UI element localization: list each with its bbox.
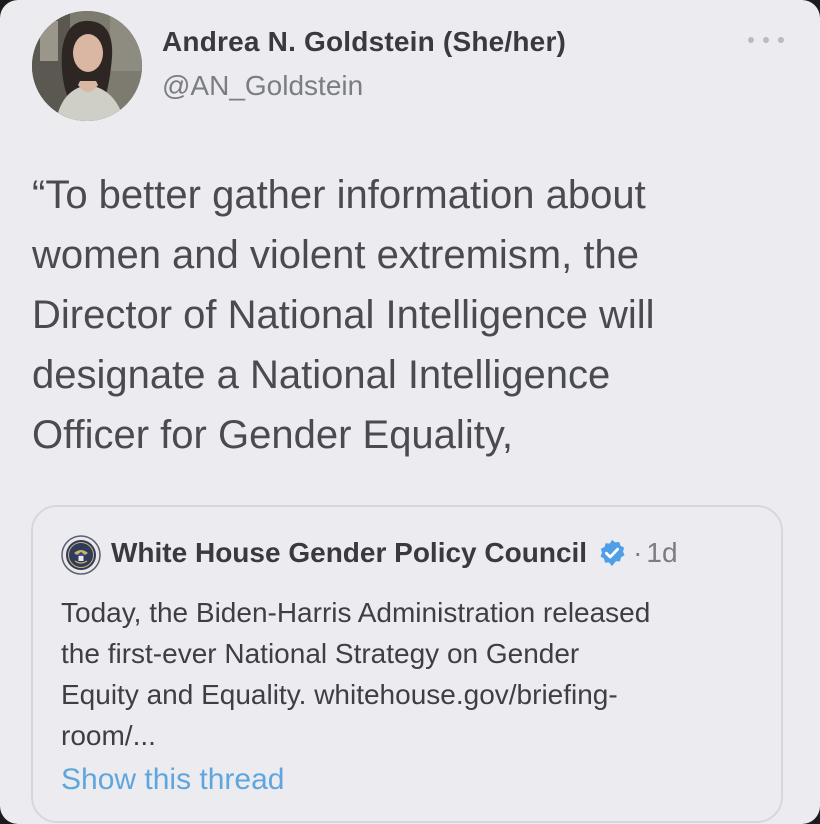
tweet-card: Andrea N. Goldstein (She/her) @AN_Goldst… (0, 0, 820, 824)
quoted-tweet-header: White House Gender Policy Council · 1d (111, 537, 678, 569)
time-separator: · (633, 537, 643, 568)
quoted-text-line: Equity and Equality. whitehouse.gov/brie… (61, 679, 618, 710)
quoted-author-name[interactable]: White House Gender Policy Council (111, 537, 587, 569)
quoted-text-line: the first-ever National Strategy on Gend… (61, 638, 580, 669)
tweet-text: “To better gather information about wome… (32, 165, 792, 465)
presidential-seal-icon (61, 535, 101, 575)
tweet-text-line: Officer for Gender Equality, (32, 413, 513, 457)
author-handle[interactable]: @AN_Goldstein (162, 70, 363, 102)
quoted-text-line: Today, the Biden-Harris Administration r… (61, 597, 651, 628)
more-dots-icon (778, 37, 784, 43)
tweet-text-line: designate a National Intelligence (32, 353, 611, 397)
more-options-button[interactable] (748, 30, 784, 50)
more-dots-icon (748, 37, 754, 43)
profile-photo (32, 11, 142, 121)
quoted-text-line: room/... (61, 720, 156, 751)
tweet-text-line: Director of National Intelligence will (32, 293, 655, 337)
verified-badge-icon (600, 539, 625, 567)
quoted-tweet-text: Today, the Biden-Harris Administration r… (61, 592, 761, 756)
tweet-text-line: “To better gather information about (32, 173, 646, 217)
author-avatar[interactable] (32, 11, 142, 121)
tweet-text-line: women and violent extremism, the (32, 233, 639, 277)
author-name[interactable]: Andrea N. Goldstein (She/her) (162, 26, 566, 58)
quoted-tweet[interactable]: White House Gender Policy Council · 1d T… (31, 505, 783, 823)
more-dots-icon (763, 37, 769, 43)
show-thread-link[interactable]: Show this thread (61, 763, 284, 797)
quoted-timestamp[interactable]: 1d (646, 537, 677, 569)
